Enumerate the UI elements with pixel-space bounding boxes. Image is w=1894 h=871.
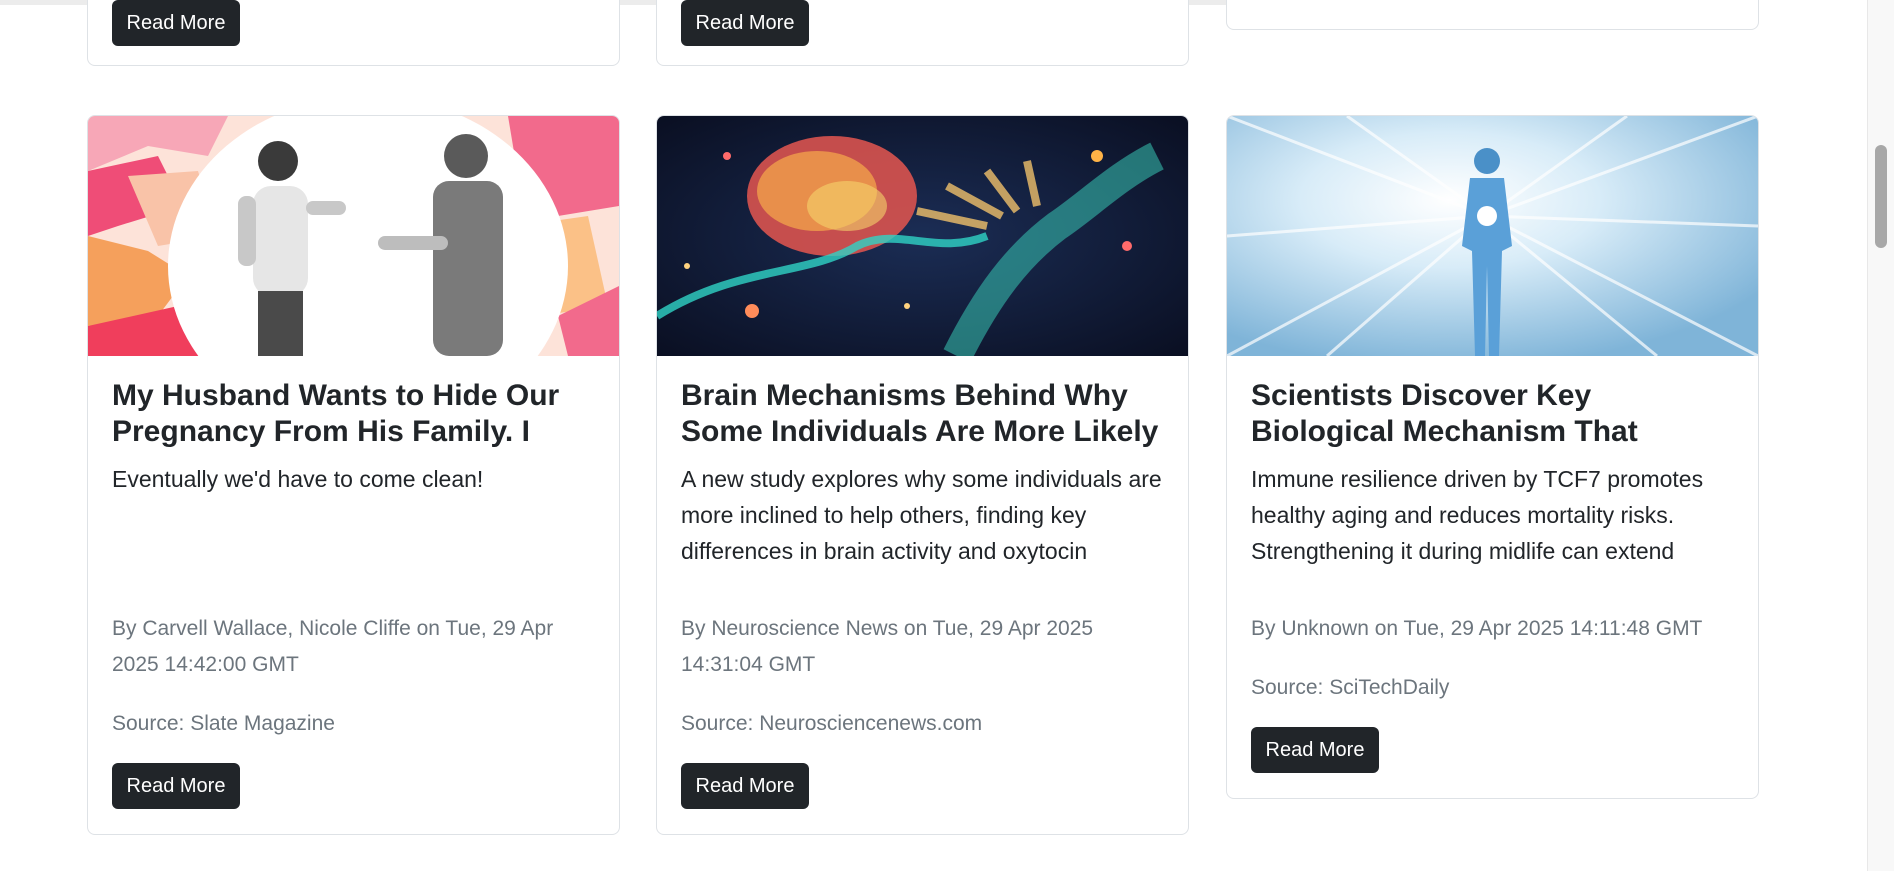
news-page: Read More Read More My Husband Wants to …: [0, 0, 1868, 871]
page-scrollbar[interactable]: [1867, 0, 1894, 871]
read-more-button[interactable]: Read More: [681, 763, 809, 809]
article-source: Source: SciTechDaily: [1251, 676, 1450, 699]
article-card-top-3: [1226, 0, 1759, 30]
read-more-button[interactable]: Read More: [1251, 727, 1379, 773]
article-image-couple[interactable]: [88, 116, 619, 356]
article-card-top-2: Read More: [656, 0, 1189, 66]
article-image-brain[interactable]: [657, 116, 1188, 356]
article-card-top-1: Read More: [87, 0, 620, 66]
article-card: Scientists Discover Key Biological Mecha…: [1226, 115, 1759, 799]
read-more-button[interactable]: Read More: [112, 763, 240, 809]
article-card: Brain Mechanisms Behind Why Some Individ…: [656, 115, 1189, 835]
article-image-light-figure[interactable]: [1227, 116, 1758, 356]
article-byline: By Neuroscience News on Tue, 29 Apr 2025…: [681, 617, 1094, 676]
article-source: Source: Neurosciencenews.com: [681, 712, 983, 735]
article-title[interactable]: My Husband Wants to Hide Our Pregnancy F…: [112, 378, 602, 450]
article-title[interactable]: Scientists Discover Key Biological Mecha…: [1251, 378, 1741, 450]
article-byline: By Unknown on Tue, 29 Apr 2025 14:11:48 …: [1251, 617, 1703, 640]
read-more-button[interactable]: Read More: [112, 0, 240, 46]
article-source: Source: Slate Magazine: [112, 712, 335, 735]
article-card: My Husband Wants to Hide Our Pregnancy F…: [87, 115, 620, 835]
article-description: Eventually we'd have to come clean!: [112, 466, 484, 492]
article-description: Immune resilience driven by TCF7 promote…: [1251, 466, 1704, 564]
scrollbar-thumb[interactable]: [1875, 145, 1887, 248]
article-title[interactable]: Brain Mechanisms Behind Why Some Individ…: [681, 378, 1171, 450]
read-more-button[interactable]: Read More: [681, 0, 809, 46]
article-byline: By Carvell Wallace, Nicole Cliffe on Tue…: [112, 617, 554, 676]
article-description: A new study explores why some individual…: [681, 466, 1162, 564]
